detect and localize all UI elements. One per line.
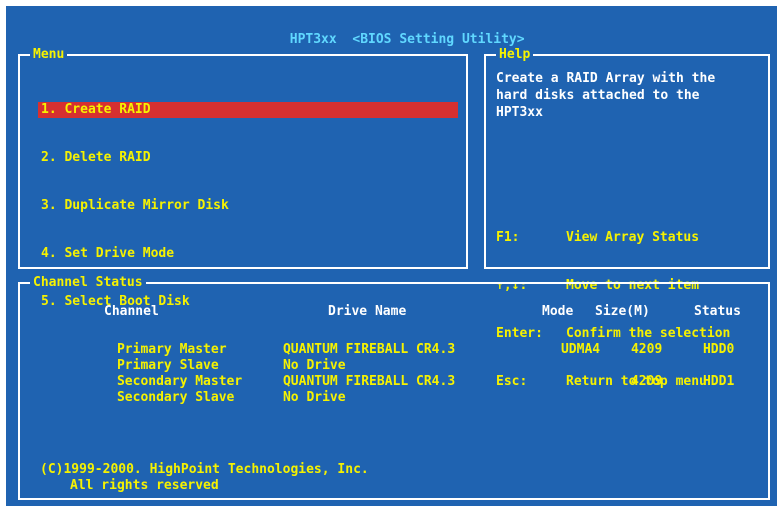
menu-item-set-drive-mode[interactable]: 4. Set Drive Mode (38, 246, 458, 262)
menu-item-create-raid[interactable]: 1. Create RAID (38, 102, 458, 118)
key-action: View Array Status (566, 230, 700, 245)
row-channel: Secondary Slave (116, 390, 235, 405)
help-panel-title: Help (496, 47, 534, 63)
menu-panel: Menu 1. Create RAID 2. Delete RAID 3. Du… (18, 47, 468, 309)
channel-status-panel: Channel Status Channel Drive Name Mode S… (18, 275, 770, 500)
app-subtitle: <BIOS Setting Utility> (352, 32, 525, 47)
header-mode: Mode (542, 304, 574, 319)
menu-item-duplicate-mirror-disk[interactable]: 3. Duplicate Mirror Disk (38, 198, 458, 214)
menu-item-label: 2. Delete RAID (41, 150, 151, 165)
app-title: HPT3xx (289, 32, 337, 47)
menu-item-label: 3. Duplicate Mirror Disk (41, 198, 229, 213)
table-row: Secondary Slave No Drive (70, 374, 703, 422)
rights-text: All rights reserved (70, 478, 219, 493)
menu-item-label: 4. Set Drive Mode (41, 246, 175, 261)
key-f1: F1: (496, 230, 520, 245)
header-channel: Channel (104, 304, 159, 319)
help-panel: Help Create a RAID Array with the hard d… (484, 47, 770, 389)
header-drive-name: Drive Name (328, 304, 407, 319)
row-drive-name: No Drive (282, 390, 346, 405)
channel-status-title: Channel Status (30, 275, 146, 291)
header-status: Status (694, 304, 741, 319)
bios-screen: HPT3xx <BIOS Setting Utility> Menu 1. Cr… (6, 6, 777, 506)
copyright-text: (C)1999-2000. HighPoint Technologies, In… (40, 462, 369, 477)
menu-item-label: 1. Create RAID (41, 102, 151, 117)
header-size: Size(M) (595, 304, 650, 319)
help-key-row: F1: View Array Status (496, 230, 730, 246)
menu-panel-title: Menu (30, 47, 68, 63)
row-status: HDD0 (702, 342, 735, 357)
row-status: HDD1 (702, 374, 735, 389)
menu-item-delete-raid[interactable]: 2. Delete RAID (38, 150, 458, 166)
help-description: Create a RAID Array with the hard disks … (496, 71, 716, 120)
